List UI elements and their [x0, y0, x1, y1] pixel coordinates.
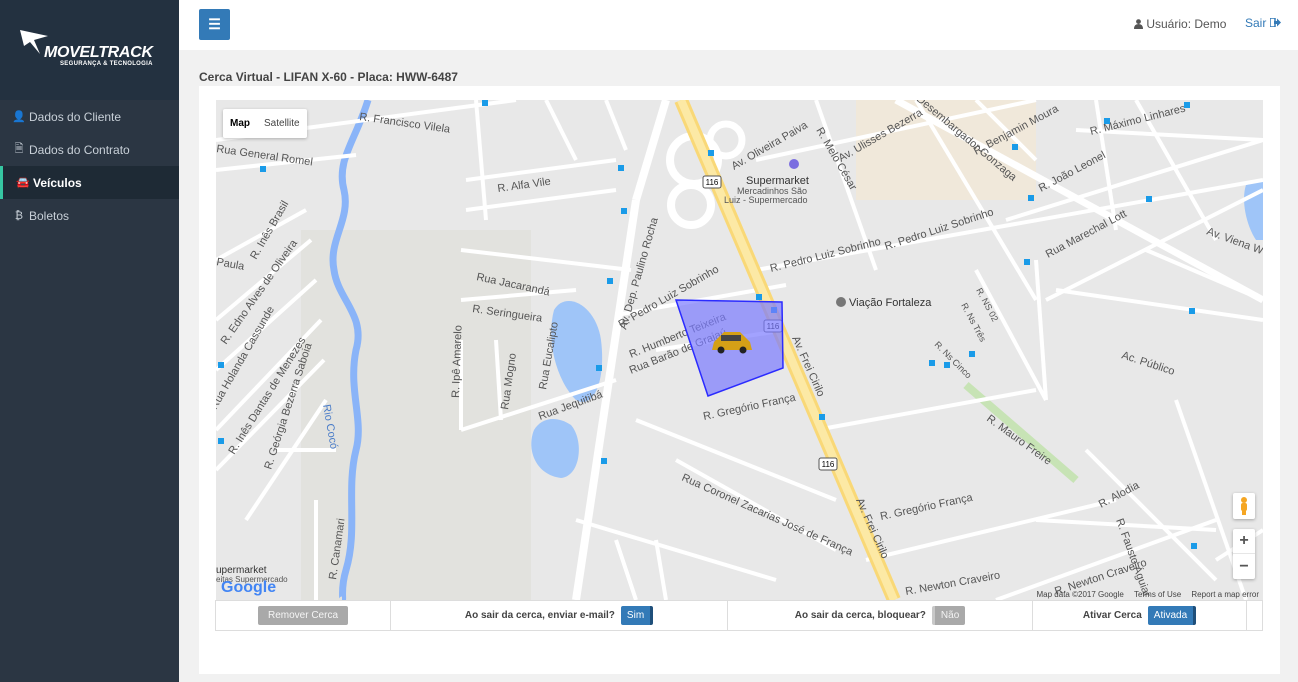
email-toggle[interactable]: Sim	[620, 606, 654, 625]
user-info: Usuário: Demo	[1134, 17, 1226, 31]
user-label: Usuário: Demo	[1146, 17, 1227, 31]
sidebar-item-label: Veículos	[33, 175, 82, 190]
map-label: R. Ipê Amarelo	[450, 325, 465, 398]
map-data-attribution: Map data ©2017 Google	[1036, 590, 1124, 599]
page-title: Cerca Virtual - LIFAN X-60 - Placa: HWW-…	[199, 70, 458, 84]
poi-label: Luiz - Supermercado	[724, 195, 808, 205]
map-type-control: Map Satellite	[223, 109, 307, 138]
bitcoin-icon: ₿	[14, 209, 24, 222]
map[interactable]: 116 116 116 R. Francisco Vilela Rua Gene…	[216, 100, 1263, 600]
map-label: 116	[822, 460, 835, 469]
sidebar: MOVELTRACK SEGURANÇA & TECNOLOGIA 👤 Dado…	[0, 0, 179, 682]
poi-label: Viação Fortaleza	[849, 297, 932, 309]
menu-toggle-button[interactable]: ☰	[199, 9, 230, 40]
remove-fence-cell: Remover Cerca	[216, 601, 391, 630]
google-logo: Google	[221, 579, 277, 596]
hamburger-icon: ☰	[208, 16, 221, 32]
block-toggle[interactable]: Não	[931, 606, 966, 625]
zoom-out-button[interactable]: −	[1233, 554, 1255, 579]
sign-out-icon	[1268, 17, 1281, 28]
file-icon: 🗎	[14, 143, 24, 155]
user-icon	[1134, 19, 1143, 29]
activate-setting: Ativar Cerca Ativada	[1033, 601, 1247, 630]
sidebar-item-label: Boletos	[29, 208, 70, 223]
report-error-link[interactable]: Report a map error	[1191, 590, 1259, 599]
sidebar-item-dados-contrato[interactable]: 🗎 Dados do Contrato	[0, 133, 179, 166]
block-toggle-value: Não	[934, 606, 966, 625]
zoom-control: + −	[1233, 529, 1255, 579]
sidebar-item-label: Dados do Contrato	[29, 142, 130, 157]
sidebar-item-dados-cliente[interactable]: 👤 Dados do Cliente	[0, 100, 179, 133]
email-setting: Ao sair da cerca, enviar e-mail? Sim	[391, 601, 728, 630]
zoom-in-button[interactable]: +	[1233, 529, 1255, 554]
map-type-satellite[interactable]: Satellite	[257, 109, 307, 138]
logo: MOVELTRACK SEGURANÇA & TECNOLOGIA	[0, 0, 179, 100]
email-label: Ao sair da cerca, enviar e-mail?	[464, 610, 615, 621]
map-footer: Map data ©2017 Google Terms of Use Repor…	[1029, 590, 1259, 599]
map-label: 116	[706, 178, 719, 187]
car-icon: 🚘	[16, 177, 30, 189]
brand-name: MOVELTRACK	[44, 44, 153, 61]
activate-label: Ativar Cerca	[1082, 610, 1142, 621]
map-canvas[interactable]: 116 116 116 R. Francisco Vilela Rua Gene…	[216, 100, 1263, 600]
remove-fence-button[interactable]: Remover Cerca	[257, 606, 349, 625]
top-bar: ☰ Usuário: Demo Sair	[179, 0, 1298, 50]
activate-toggle[interactable]: Ativada	[1147, 606, 1197, 625]
block-setting: Ao sair da cerca, bloquear? Não	[728, 601, 1033, 630]
fence-controls: Remover Cerca Ao sair da cerca, enviar e…	[215, 600, 1263, 631]
logout-label: Sair	[1245, 16, 1267, 30]
sidebar-item-boletos[interactable]: ₿ Boletos	[0, 199, 179, 232]
street-view-pegman-icon[interactable]	[1233, 493, 1255, 519]
sidebar-item-label: Dados do Cliente	[29, 109, 122, 124]
logout-link[interactable]: Sair	[1245, 16, 1281, 30]
terms-link[interactable]: Terms of Use	[1134, 590, 1181, 599]
brand-tagline: SEGURANÇA & TECNOLOGIA	[60, 61, 153, 67]
activate-toggle-value: Ativada	[1147, 606, 1194, 625]
sidebar-item-veiculos[interactable]: 🚘 Veículos	[0, 166, 179, 199]
user-icon: 👤	[12, 111, 26, 123]
map-type-map[interactable]: Map	[223, 109, 257, 138]
block-label: Ao sair da cerca, bloquear?	[794, 610, 926, 621]
email-toggle-value: Sim	[620, 606, 651, 625]
